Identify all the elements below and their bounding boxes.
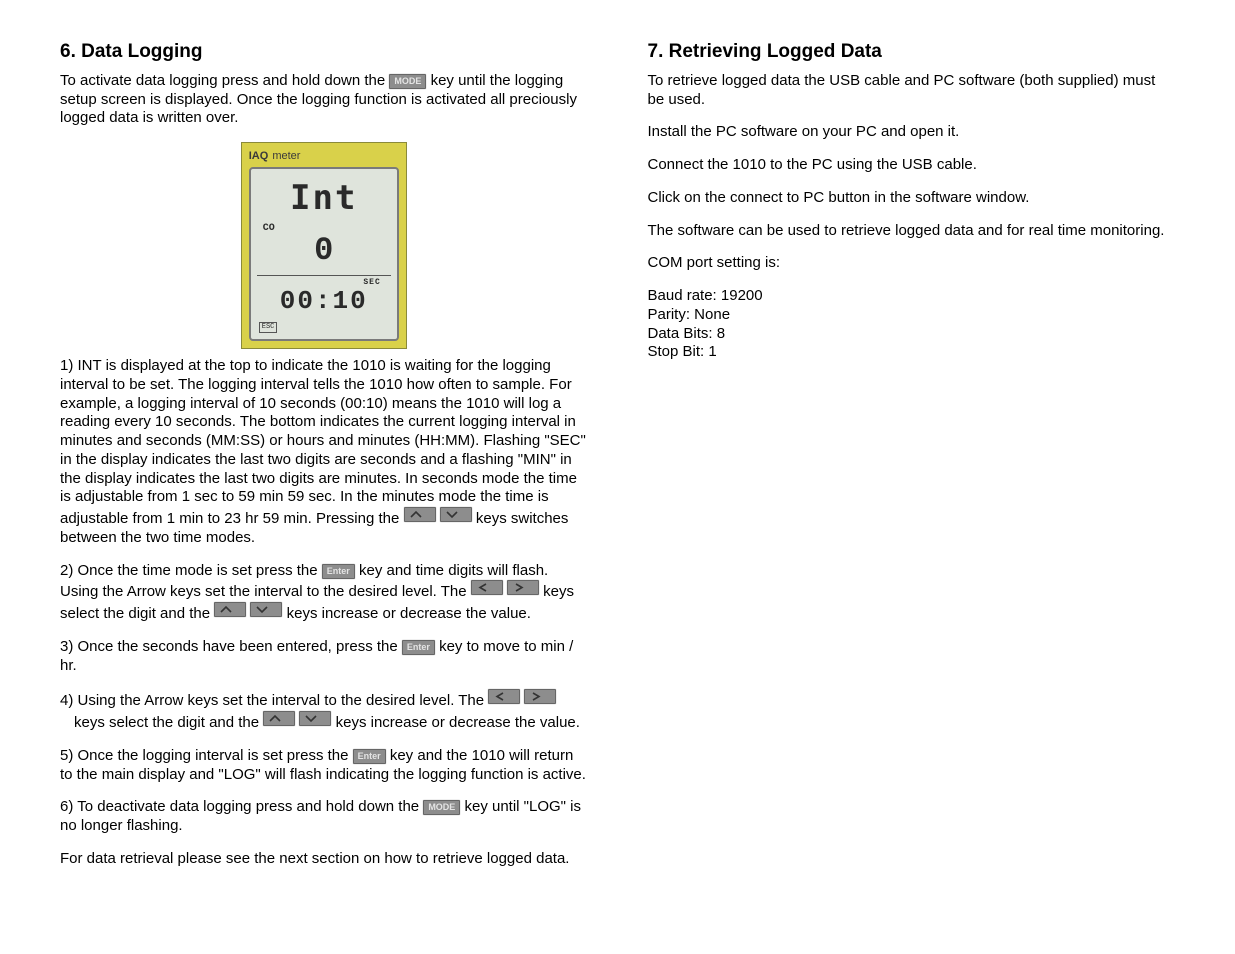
- up-arrow-icon: [404, 507, 436, 522]
- step-6: 6) To deactivate data logging press and …: [60, 798, 588, 836]
- lcd-screen: Int CO 0 SEC 00:10 ESC: [249, 167, 399, 341]
- left-right-buttons: [488, 692, 556, 709]
- up-down-buttons: [214, 605, 286, 622]
- enter-button-icon: Enter: [402, 640, 435, 655]
- enter-button-icon: Enter: [322, 564, 355, 579]
- lcd-row-zero: 0: [257, 235, 391, 273]
- com-port-settings: Baud rate: 19200 Parity: None Data Bits:…: [648, 287, 1176, 362]
- up-down-buttons: [404, 510, 476, 527]
- lcd-label-esc: ESC: [259, 322, 278, 333]
- down-arrow-icon: [299, 711, 331, 726]
- step-2: 2) Once the time mode is set press the E…: [60, 562, 588, 624]
- mode-button-icon: MODE: [423, 800, 460, 815]
- device-meter-text: meter: [272, 150, 300, 162]
- mode-button-icon: MODE: [389, 74, 426, 89]
- heading-6: 6. Data Logging: [60, 40, 588, 64]
- step6-text-a: 6) To deactivate data logging press and …: [60, 798, 423, 815]
- lcd-row-int: Int: [257, 175, 391, 223]
- intro-text-a: To activate data logging press and hold …: [60, 72, 389, 89]
- step-5: 5) Once the logging interval is set pres…: [60, 747, 588, 785]
- step2-text-d: keys increase or decrease the value.: [287, 605, 531, 622]
- left-arrow-icon: [488, 689, 520, 704]
- step-4: 4) Using the Arrow keys set the interval…: [60, 689, 588, 733]
- step1-text-a: 1) INT is displayed at the top to indica…: [60, 357, 586, 527]
- right-arrow-icon: [524, 689, 556, 704]
- setting-databits: Data Bits: 8: [648, 325, 1176, 344]
- retrieve-p5: The software can be used to retrieve log…: [648, 222, 1176, 241]
- retrieve-p3: Connect the 1010 to the PC using the USB…: [648, 156, 1176, 175]
- lcd-row-time: 00:10: [257, 288, 391, 316]
- up-down-buttons: [263, 714, 335, 731]
- left-arrow-icon: [471, 580, 503, 595]
- lcd-divider: [257, 275, 391, 276]
- left-right-buttons: [471, 583, 543, 600]
- setting-stopbit: Stop Bit: 1: [648, 343, 1176, 362]
- footer-note: For data retrieval please see the next s…: [60, 850, 588, 869]
- section-data-logging: 6. Data Logging To activate data logging…: [60, 40, 588, 883]
- step2-text-a: 2) Once the time mode is set press the: [60, 562, 322, 579]
- retrieve-p2: Install the PC software on your PC and o…: [648, 123, 1176, 142]
- section-retrieving-data: 7. Retrieving Logged Data To retrieve lo…: [648, 40, 1176, 883]
- step-3: 3) Once the seconds have been entered, p…: [60, 638, 588, 676]
- step5-text-a: 5) Once the logging interval is set pres…: [60, 747, 353, 764]
- right-arrow-icon: [507, 580, 539, 595]
- step4-text-a: 4) Using the Arrow keys set the interval…: [60, 692, 488, 709]
- step4-text-c: keys increase or decrease the value.: [336, 714, 580, 731]
- retrieve-p6: COM port setting is:: [648, 254, 1176, 273]
- intro-paragraph: To activate data logging press and hold …: [60, 72, 588, 128]
- device-brand: IAQmeter: [249, 150, 399, 164]
- device-brand-text: IAQ: [249, 150, 269, 162]
- enter-button-icon: Enter: [353, 749, 386, 764]
- heading-7: 7. Retrieving Logged Data: [648, 40, 1176, 64]
- up-arrow-icon: [263, 711, 295, 726]
- down-arrow-icon: [440, 507, 472, 522]
- step-1: 1) INT is displayed at the top to indica…: [60, 357, 588, 548]
- retrieve-p1: To retrieve logged data the USB cable an…: [648, 72, 1176, 110]
- setting-baud: Baud rate: 19200: [648, 287, 1176, 306]
- setting-parity: Parity: None: [648, 306, 1176, 325]
- down-arrow-icon: [250, 602, 282, 617]
- step4-text-b: keys select the digit and the: [74, 714, 263, 731]
- step3-text-a: 3) Once the seconds have been entered, p…: [60, 638, 402, 655]
- up-arrow-icon: [214, 602, 246, 617]
- retrieve-p4: Click on the connect to PC button in the…: [648, 189, 1176, 208]
- device-figure: IAQmeter Int CO 0 SEC 00:10 ESC: [241, 142, 407, 349]
